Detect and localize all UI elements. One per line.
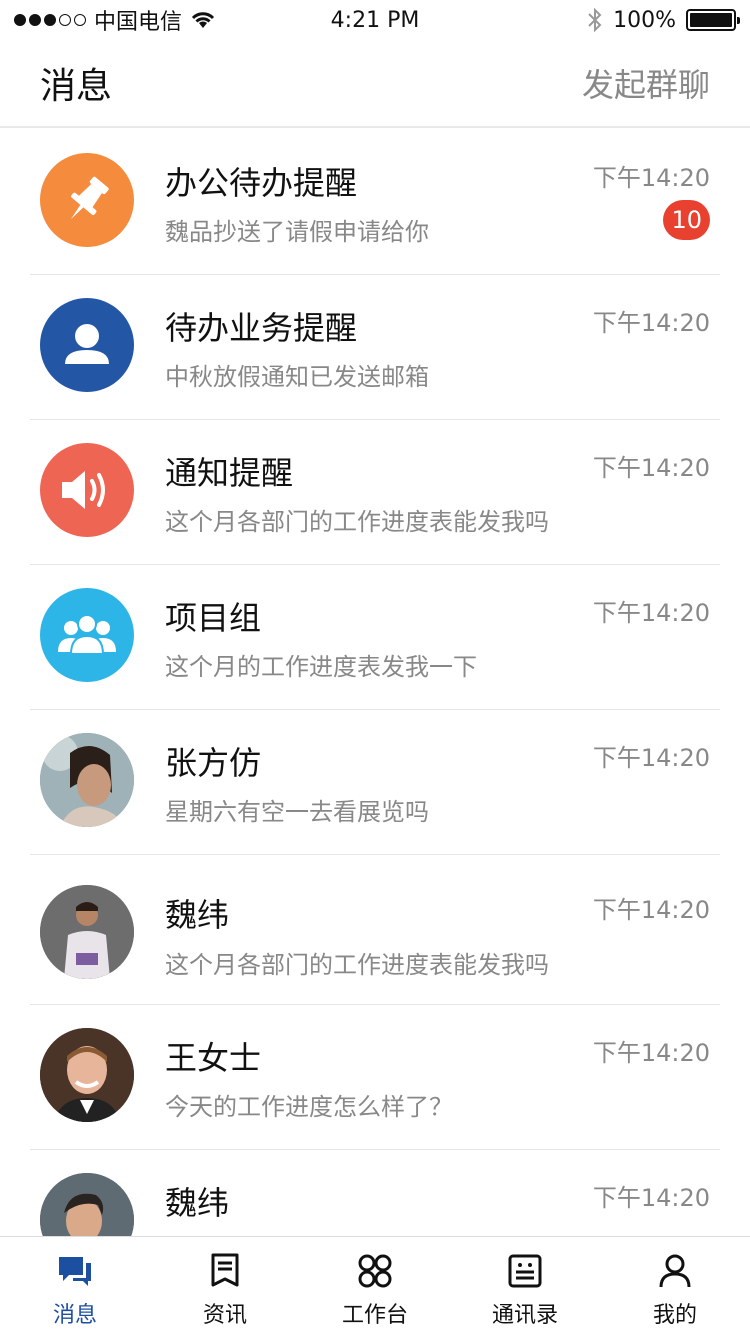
tab-label: 资讯 xyxy=(202,1303,247,1328)
tab-label: 我的 xyxy=(652,1303,697,1328)
group-icon xyxy=(40,588,134,682)
message-item[interactable]: 通知提醒 这个月各部门的工作进度表能发我吗 下午14:20 xyxy=(30,420,720,565)
status-time: 4:21 PM xyxy=(330,7,420,33)
tab-contacts[interactable]: 通讯录 xyxy=(450,1237,600,1334)
contact-avatar xyxy=(40,1028,134,1122)
unread-badge: 10 xyxy=(663,200,710,240)
message-preview: 今天的工作进度怎么样了？ xyxy=(165,1093,453,1121)
message-item[interactable]: 办公待办提醒 魏品抄送了请假申请给你 下午14:20 10 xyxy=(30,130,720,275)
message-time: 下午14:20 xyxy=(592,744,710,772)
message-preview: 星期六有空一去看展览吗 xyxy=(165,798,429,826)
news-icon xyxy=(211,1253,239,1287)
start-group-chat-button[interactable]: 发起群聊 xyxy=(582,60,710,106)
message-preview: 这个月的工作进度表发我一下 xyxy=(165,653,477,681)
message-title: 项目组 xyxy=(165,599,262,637)
carrier-info: 中国电信 xyxy=(14,4,216,36)
message-time: 下午14:20 xyxy=(592,1184,710,1212)
tab-label: 工作台 xyxy=(341,1303,408,1328)
nav-bar: 消息 发起群聊 xyxy=(0,40,750,128)
tab-bar: 消息 资讯 工作台 通讯录 我的 xyxy=(0,1236,750,1334)
message-time: 下午14:20 xyxy=(592,164,710,192)
profile-icon xyxy=(659,1254,691,1288)
message-item[interactable]: 张方仿 星期六有空一去看展览吗 下午14:20 xyxy=(30,710,720,855)
contacts-icon xyxy=(508,1254,542,1288)
message-preview: 魏品抄送了请假申请给你 xyxy=(165,218,429,246)
message-time: 下午14:20 xyxy=(592,309,710,337)
message-time: 下午14:20 xyxy=(592,896,710,924)
message-list: 办公待办提醒 魏品抄送了请假申请给你 下午14:20 10 待办业务提醒 中秋放… xyxy=(0,130,750,1295)
tab-profile[interactable]: 我的 xyxy=(600,1237,750,1334)
message-preview: 这个月各部门的工作进度表能发我吗 xyxy=(165,508,549,536)
wifi-icon xyxy=(191,12,215,28)
contact-avatar xyxy=(40,733,134,827)
tab-messages[interactable]: 消息 xyxy=(0,1237,150,1334)
pin-icon xyxy=(40,153,134,247)
message-title: 张方仿 xyxy=(165,744,262,782)
carrier-name: 中国电信 xyxy=(94,10,183,35)
message-preview: 中秋放假通知已发送邮箱 xyxy=(165,363,429,391)
tab-label: 通讯录 xyxy=(491,1303,558,1328)
message-title: 王女士 xyxy=(165,1039,262,1077)
message-item[interactable]: 王女士 今天的工作进度怎么样了？ 下午14:20 xyxy=(30,1005,720,1150)
battery-percent: 100% xyxy=(613,7,676,33)
message-title: 通知提醒 xyxy=(165,454,294,492)
tab-label: 消息 xyxy=(52,1303,97,1328)
message-item[interactable]: 待办业务提醒 中秋放假通知已发送邮箱 下午14:20 xyxy=(30,275,720,420)
message-preview: 这个月各部门的工作进度表能发我吗 xyxy=(165,951,549,979)
battery-icon xyxy=(686,9,740,31)
page-title: 消息 xyxy=(40,66,113,107)
message-title: 魏纬 xyxy=(165,896,230,934)
signal-strength-icon xyxy=(14,14,86,26)
message-title: 魏纬 xyxy=(165,1184,230,1222)
speaker-icon xyxy=(40,443,134,537)
message-title: 办公待办提醒 xyxy=(165,164,358,202)
chat-icon xyxy=(59,1257,91,1286)
tab-news[interactable]: 资讯 xyxy=(150,1237,300,1334)
status-bar: 中国电信 4:21 PM 100% xyxy=(0,0,750,40)
message-title: 待办业务提醒 xyxy=(165,309,358,347)
user-icon xyxy=(40,298,134,392)
bluetooth-icon xyxy=(588,7,602,33)
contact-avatar xyxy=(40,885,134,979)
message-item[interactable]: 魏纬 这个月各部门的工作进度表能发我吗 下午14:20 xyxy=(30,855,720,1005)
message-time: 下午14:20 xyxy=(592,1039,710,1067)
tab-workbench[interactable]: 工作台 xyxy=(300,1237,450,1334)
message-time: 下午14:20 xyxy=(592,454,710,482)
message-item[interactable]: 项目组 这个月的工作进度表发我一下 下午14:20 xyxy=(30,565,720,710)
workbench-icon xyxy=(358,1254,392,1288)
message-time: 下午14:20 xyxy=(592,599,710,627)
